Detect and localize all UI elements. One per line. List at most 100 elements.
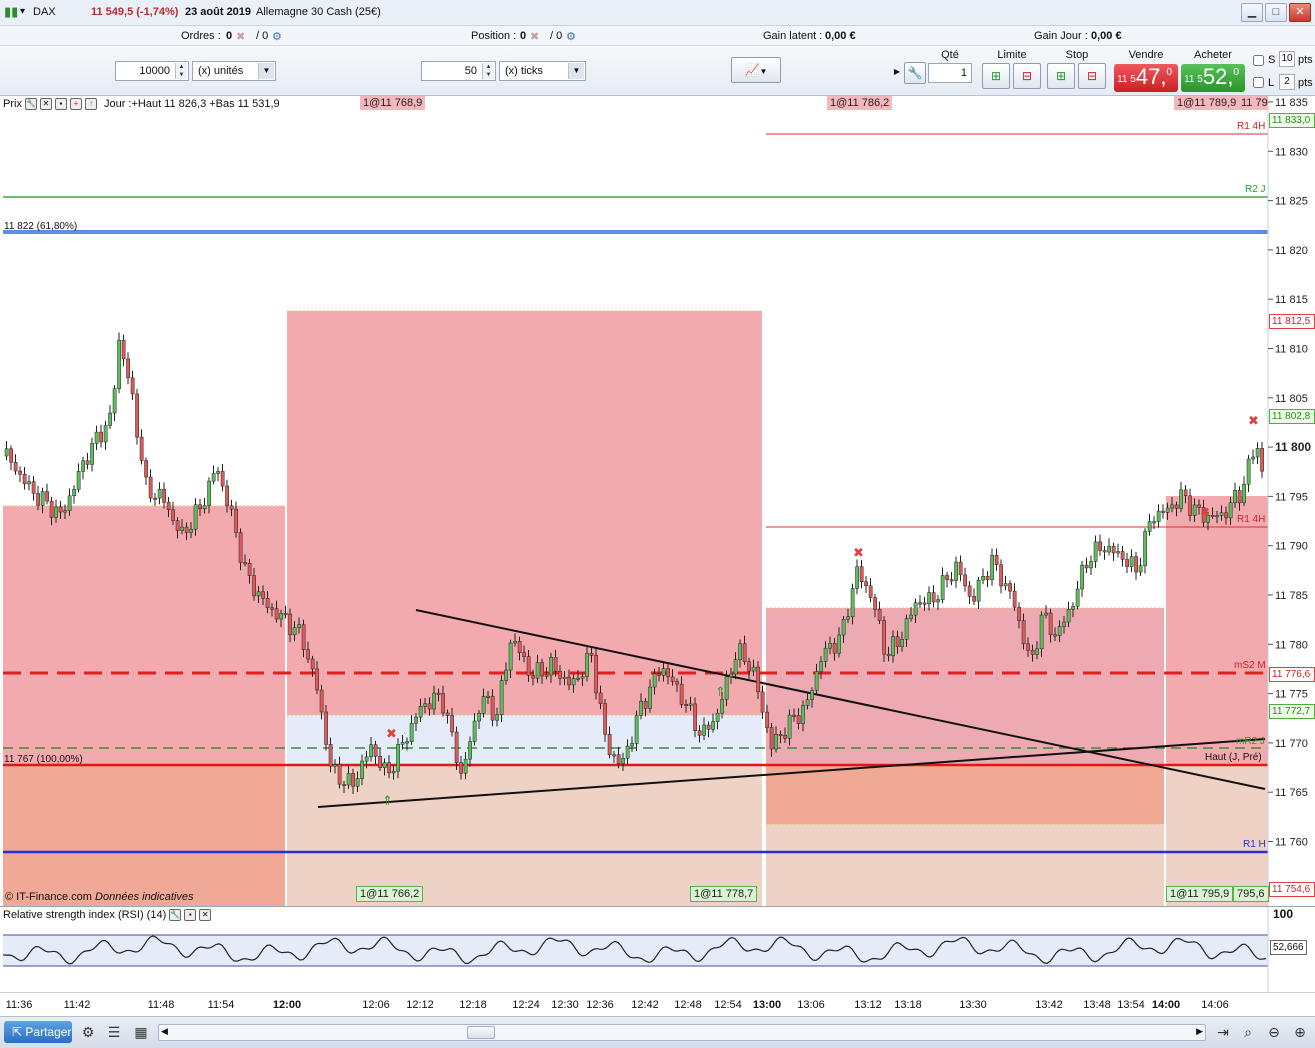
- wrench-icon[interactable]: 🔧: [24, 98, 37, 110]
- maximize-button[interactable]: □: [1265, 3, 1287, 22]
- close-position-icon[interactable]: ✖: [530, 30, 539, 43]
- scroll-right-icon[interactable]: ▶: [1196, 1026, 1203, 1037]
- s-value[interactable]: 10: [1279, 51, 1295, 67]
- trade-tag[interactable]: 795,6: [1233, 886, 1269, 902]
- minimize-pane-icon[interactable]: ▪: [184, 909, 197, 921]
- quantity-stepper[interactable]: 10000 ▲ ▼: [115, 61, 189, 81]
- candle-body: [553, 657, 558, 672]
- r1-4h-label: R1 4H: [1237, 121, 1266, 132]
- stop-buy-button[interactable]: ⊞: [1047, 63, 1075, 89]
- trade-tag[interactable]: 1@11 778,7: [690, 886, 758, 902]
- time-label: 11:36: [5, 999, 33, 1011]
- wrench-settings-button[interactable]: 🔧: [904, 62, 926, 84]
- time-label: 12:54: [714, 999, 742, 1011]
- candle-body: [292, 627, 297, 636]
- price-tick-label: 11 775: [1275, 689, 1308, 701]
- trade-tag[interactable]: 1@11 768,9: [360, 96, 426, 110]
- minimize-button[interactable]: ▁: [1241, 3, 1263, 22]
- candle-body: [958, 561, 963, 576]
- trade-tag[interactable]: 1@11 786,2: [827, 96, 893, 110]
- candle-body: [1255, 448, 1260, 458]
- position-settings-icon[interactable]: ⚙: [566, 30, 576, 43]
- stepper-arrows-icon[interactable]: ▲ ▼: [175, 63, 187, 79]
- candle-body: [1156, 510, 1161, 522]
- dropdown-icon[interactable]: ▾: [20, 6, 25, 17]
- time-label: 13:06: [797, 999, 825, 1011]
- ticks-stepper[interactable]: 50 ▲ ▼: [421, 61, 496, 81]
- candle-body: [337, 764, 342, 785]
- trade-tag[interactable]: 11 79: [1238, 96, 1268, 110]
- chart-canvas[interactable]: ✖ ✖ ✖ ✖ ⇑ ⇑ 11 835 11 830 11 825 11 820 11 8…: [0, 96, 1315, 906]
- zoom-fit-icon[interactable]: ⌕: [1238, 1022, 1258, 1042]
- price-chart[interactable]: ✖ ✖ ✖ ✖ ⇑ ⇑ 11 835 11 830 11 825 11 820 11 8…: [0, 96, 1315, 906]
- candle-body: [787, 714, 792, 739]
- stepper-arrows-icon[interactable]: ▲ ▼: [482, 63, 494, 79]
- candle-body: [409, 722, 414, 742]
- candle-body: [58, 506, 63, 513]
- candle-body: [900, 639, 904, 648]
- candle-body: [1125, 559, 1129, 567]
- price-tick-label: 11 760: [1275, 837, 1308, 849]
- scroll-left-icon[interactable]: ◀: [161, 1026, 168, 1037]
- trade-tag[interactable]: 1@11 795,9: [1166, 886, 1234, 902]
- zoom-in-icon[interactable]: ⊕: [1290, 1022, 1310, 1042]
- bottom-toolbar: ⇱ Partager ⚙ ☰ ▦ ◀ ▶ ⇥ ⌕ ⊖ ⊕: [0, 1016, 1315, 1048]
- add-indicator-icon[interactable]: +: [69, 98, 82, 110]
- limit-buy-button[interactable]: ⊞: [982, 63, 1010, 89]
- candle-body: [1228, 502, 1233, 519]
- quantity-unit-select[interactable]: (x) unités ▼: [192, 61, 276, 81]
- price-tick-label: 11 800: [1275, 440, 1311, 454]
- close-icon[interactable]: ✕: [199, 909, 212, 921]
- candle-body: [351, 773, 355, 787]
- price-tick-label: 11 765: [1275, 787, 1308, 799]
- candle-body: [940, 575, 945, 600]
- l-value[interactable]: 2: [1279, 74, 1295, 90]
- indicators-icon[interactable]: ⚙: [78, 1022, 98, 1042]
- l-checkbox[interactable]: [1253, 77, 1264, 88]
- minimize-pane-icon[interactable]: ▪: [54, 98, 67, 110]
- orders-settings-icon[interactable]: ⚙: [272, 30, 282, 43]
- candle-body: [805, 699, 810, 706]
- scroll-thumb[interactable]: [467, 1026, 495, 1039]
- ticks-unit-select[interactable]: (x) ticks ▼: [499, 61, 586, 81]
- stop-sell-button[interactable]: ⊟: [1078, 63, 1106, 89]
- candle-body: [49, 500, 54, 518]
- candle-body: [306, 649, 310, 660]
- candle-body: [1026, 643, 1030, 651]
- instrument-name[interactable]: DAX: [33, 6, 56, 18]
- candle-body: [1107, 545, 1111, 553]
- list-icon[interactable]: ☰: [104, 1022, 124, 1042]
- collapse-arrow-icon[interactable]: ▶: [893, 52, 901, 92]
- move-up-icon[interactable]: ↑: [84, 98, 97, 110]
- candle-body: [1242, 483, 1246, 504]
- candle-body: [247, 562, 252, 576]
- rsi-pane[interactable]: Relative strength index (RSI) (14) 🔧 ▪ ✕…: [0, 906, 1315, 993]
- trade-tag[interactable]: 1@11 766,2: [356, 886, 424, 902]
- table-icon[interactable]: ▦: [131, 1022, 151, 1042]
- trading-mode-button[interactable]: 📈▼: [731, 57, 781, 83]
- qte-label: Qté: [941, 49, 959, 61]
- cancel-orders-icon[interactable]: ✖: [236, 30, 245, 43]
- wrench-icon[interactable]: 🔧: [169, 909, 182, 921]
- zoom-out-icon[interactable]: ⊖: [1264, 1022, 1284, 1042]
- share-button[interactable]: ⇱ Partager: [4, 1021, 72, 1043]
- qte-input[interactable]: 1: [928, 63, 972, 83]
- candle-body: [301, 624, 306, 650]
- scroll-to-end-icon[interactable]: ⇥: [1213, 1022, 1233, 1042]
- candle-body: [445, 712, 450, 716]
- r1-h-label: R1 H: [1243, 839, 1266, 850]
- sell-price-button[interactable]: 11 547,0: [1114, 64, 1178, 92]
- chevron-down-icon[interactable]: ▼: [568, 63, 584, 79]
- close-icon[interactable]: ✕: [39, 98, 52, 110]
- trade-tag[interactable]: 1@11 789,9: [1174, 96, 1240, 110]
- limit-sell-button[interactable]: ⊟: [1013, 63, 1041, 89]
- close-button[interactable]: ✕: [1289, 3, 1311, 22]
- candle-body: [121, 339, 126, 360]
- candle-body: [450, 715, 454, 733]
- buy-price-button[interactable]: 11 552,0: [1181, 64, 1245, 92]
- s-checkbox[interactable]: [1253, 55, 1264, 66]
- horizontal-scrollbar[interactable]: ◀ ▶: [158, 1024, 1206, 1041]
- account-info-bar: Ordres : 0 ✖ / 0 ⚙ Position : 0 ✖ / 0 ⚙ …: [0, 26, 1315, 46]
- candle-body: [1044, 612, 1048, 616]
- chevron-down-icon[interactable]: ▼: [258, 63, 274, 79]
